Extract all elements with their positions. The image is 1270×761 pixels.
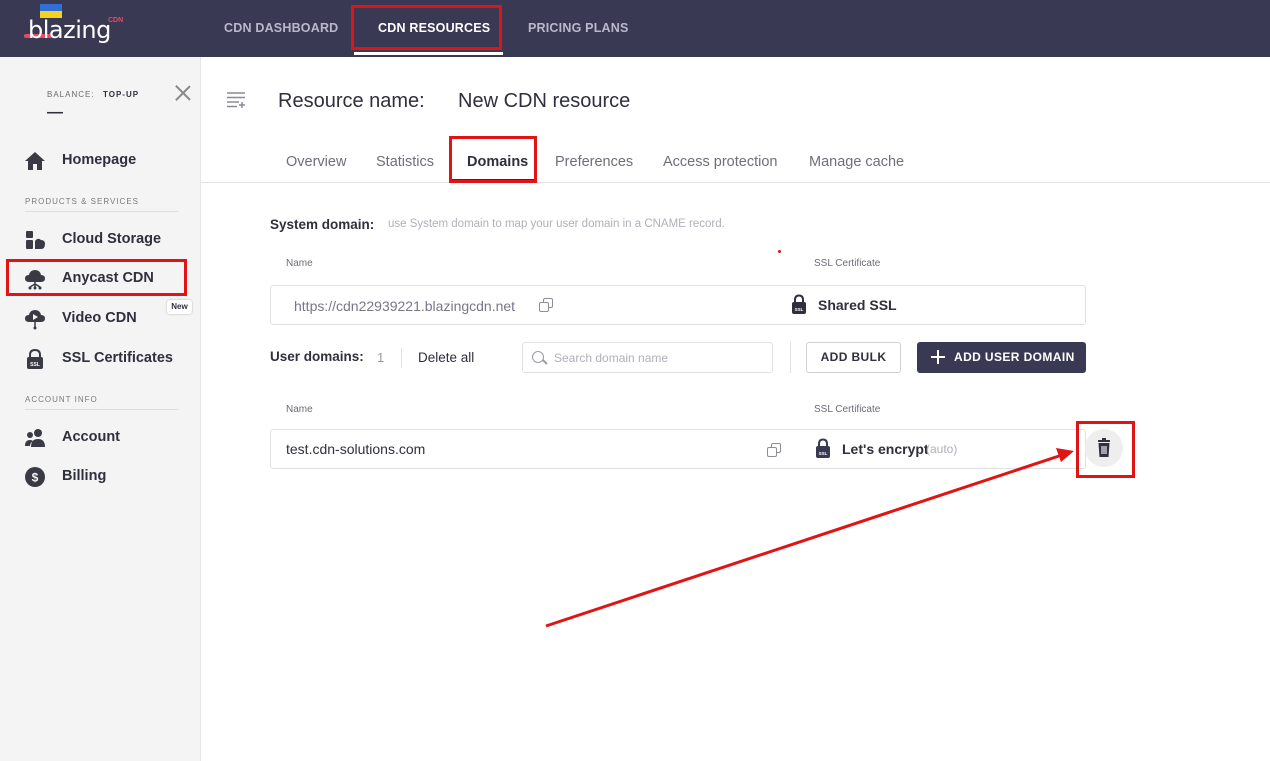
ssl-lock-icon: SSL: [816, 438, 830, 458]
sidebar-item-ssl-certificates[interactable]: SSL SSL Certificates: [24, 346, 194, 372]
section-account-info: ACCOUNT INFO: [25, 395, 98, 404]
column-header-ssl: SSL Certificate: [814, 258, 881, 269]
search-icon: [532, 351, 544, 363]
sidebar-divider: [25, 211, 178, 212]
resource-name-label: Resource name:: [278, 90, 425, 112]
sidebar-divider: [25, 409, 178, 410]
ssl-lock-icon: SSL: [792, 294, 806, 314]
section-products-services: PRODUCTS & SERVICES: [25, 197, 139, 206]
sidebar-item-account[interactable]: Account: [24, 425, 194, 451]
cloud-storage-icon: [26, 231, 45, 249]
system-domain-label: System domain:: [270, 217, 375, 232]
column-header-name: Name: [286, 404, 313, 415]
menu-list-icon[interactable]: [226, 91, 246, 109]
logo-suffix: CDN: [108, 17, 124, 24]
lets-encrypt-label: Let's encrypt: [842, 441, 929, 457]
video-cloud-icon: [25, 310, 45, 330]
separator: [790, 342, 791, 373]
svg-text:SSL: SSL: [819, 451, 828, 456]
highlight-box-domains-tab: [449, 136, 537, 183]
highlight-box-cdn-resources: [351, 5, 502, 50]
sidebar-item-label: Account: [62, 429, 120, 445]
add-bulk-button[interactable]: ADD BULK: [806, 342, 901, 373]
add-user-domain-button[interactable]: ADD USER DOMAIN: [917, 342, 1086, 373]
user-domains-count: 1: [377, 350, 385, 365]
red-dot-marker: [778, 250, 781, 253]
flag-blue-stripe: [40, 4, 62, 11]
copy-icon[interactable]: [767, 443, 781, 457]
resource-name-value: New CDN resource: [458, 90, 631, 112]
logo-text: blazing: [28, 16, 111, 44]
sidebar-item-label: Cloud Storage: [62, 231, 162, 247]
top-navigation-bar: blazing CDN CDN DASHBOARD CDN RESOURCES …: [0, 0, 1270, 57]
separator: [401, 348, 402, 368]
sidebar-item-billing[interactable]: $ Billing: [24, 464, 194, 490]
topnav-active-indicator: [354, 52, 503, 55]
topnav-cdn-dashboard[interactable]: CDN DASHBOARD: [224, 21, 338, 35]
highlight-box-delete-button: [1076, 421, 1135, 478]
add-user-domain-label: ADD USER DOMAIN: [954, 350, 1075, 364]
balance-value: —: [47, 104, 63, 121]
blazing-cdn-logo[interactable]: blazing CDN: [24, 2, 134, 46]
system-domain-hint: use System domain to map your user domai…: [388, 218, 725, 230]
sidebar-item-homepage[interactable]: Homepage: [24, 148, 194, 174]
svg-text:SSL: SSL: [30, 362, 40, 368]
search-domain-box: [522, 342, 773, 373]
new-badge: New: [167, 300, 192, 314]
highlight-box-anycast-cdn: [6, 259, 187, 296]
sidebar-item-label: Billing: [62, 468, 107, 484]
topnav-pricing-plans[interactable]: PRICING PLANS: [528, 21, 629, 35]
search-domain-input[interactable]: [554, 350, 764, 366]
tab-manage-cache[interactable]: Manage cache: [809, 154, 904, 170]
system-domain-value: https://cdn22939221.blazingcdn.net: [294, 298, 516, 314]
copy-icon[interactable]: [539, 298, 553, 312]
delete-all-button[interactable]: Delete all: [418, 350, 474, 365]
sidebar-item-label: SSL Certificates: [62, 350, 173, 366]
sidebar-item-cloud-storage[interactable]: Cloud Storage: [24, 227, 194, 253]
users-icon: [25, 429, 45, 447]
column-header-name: Name: [286, 258, 313, 269]
sidebar-item-label: Video CDN: [62, 310, 137, 326]
ssl-lock-icon: SSL: [27, 348, 43, 369]
topup-link[interactable]: TOP-UP: [103, 90, 139, 99]
user-domain-value: test.cdn-solutions.com: [286, 441, 426, 457]
balance-label: BALANCE:: [47, 90, 95, 99]
tabs-divider: [201, 182, 1270, 183]
tab-preferences[interactable]: Preferences: [555, 154, 633, 170]
svg-text:SSL: SSL: [795, 307, 804, 312]
column-header-ssl: SSL Certificate: [814, 404, 881, 415]
ssl-auto-note: (auto): [926, 442, 958, 456]
dollar-coin-icon: $: [25, 467, 45, 487]
plus-icon: [931, 350, 945, 364]
home-icon: [25, 152, 45, 170]
user-domains-label: User domains:: [270, 349, 364, 364]
shared-ssl-label: Shared SSL: [818, 297, 897, 313]
tab-statistics[interactable]: Statistics: [376, 154, 434, 170]
tab-overview[interactable]: Overview: [286, 154, 346, 170]
tab-access-protection[interactable]: Access protection: [663, 154, 777, 170]
close-sidebar-icon[interactable]: [174, 84, 192, 102]
sidebar-item-label: Homepage: [62, 152, 137, 168]
svg-text:$: $: [32, 471, 39, 485]
